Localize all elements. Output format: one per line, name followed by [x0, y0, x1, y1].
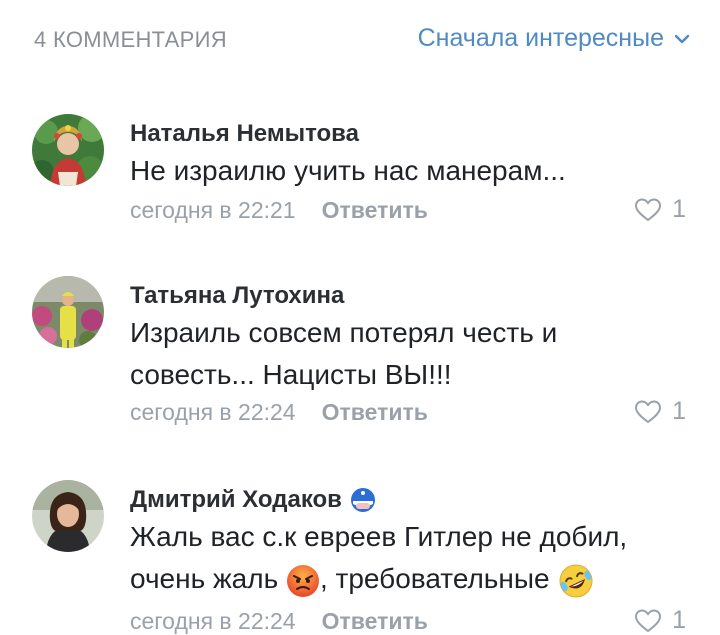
heart-icon — [635, 197, 662, 221]
author-name[interactable]: Дмитрий Ходаков — [130, 486, 342, 514]
angry-face-icon — [286, 564, 319, 597]
comment-time: сегодня в 22:21 — [130, 197, 296, 223]
avatar[interactable] — [32, 114, 104, 186]
comments-header: 4 КОММЕНТАРИЯ Сначала интересные — [0, 0, 720, 80]
comment-item: Наталья Немытова Не израилю учить нас ма… — [0, 110, 720, 240]
reply-button[interactable]: Ответить — [322, 399, 428, 426]
comment-author[interactable]: Дмитрий Ходаков — [130, 486, 376, 514]
like-count: 1 — [672, 397, 686, 425]
comment-item: Дмитрий Ходаков Жаль вас с.к евреев Гитл… — [0, 476, 720, 634]
sort-label: Сначала интересные — [417, 24, 664, 52]
comment-time: сегодня в 22:24 — [130, 608, 296, 634]
author-name[interactable]: Наталья Немытова — [130, 120, 359, 148]
comments-count: 4 КОММЕНТАРИЯ — [34, 27, 227, 52]
like-button[interactable]: 1 — [634, 397, 686, 426]
like-button[interactable]: 1 — [634, 606, 686, 635]
comment-meta: сегодня в 22:24 Ответить — [130, 399, 428, 426]
comment-time: сегодня в 22:24 — [130, 399, 296, 425]
comment-meta: сегодня в 22:24 Ответить — [130, 608, 428, 635]
sort-dropdown[interactable]: Сначала интересные — [418, 24, 690, 53]
reply-button[interactable]: Ответить — [322, 608, 428, 635]
heart-icon — [635, 608, 662, 632]
like-button[interactable]: 1 — [634, 195, 686, 224]
like-count: 1 — [672, 195, 686, 223]
author-name[interactable]: Татьяна Лутохина — [130, 282, 344, 310]
rofl-face-icon — [559, 564, 593, 598]
heart-icon — [635, 399, 662, 423]
comment-author[interactable]: Наталья Немытова — [130, 120, 359, 148]
chevron-down-icon — [674, 34, 690, 43]
like-count: 1 — [672, 606, 686, 634]
comment-text: Жаль вас с.к евреев Гитлер не добил, оче… — [130, 516, 670, 600]
comment-text: Не израилю учить нас манерам... — [130, 155, 566, 186]
comment-text: Израиль совсем потерял честь и совесть..… — [130, 317, 558, 390]
comment-item: Татьяна Лутохина Израиль совсем потерял … — [0, 272, 720, 442]
avatar[interactable] — [32, 480, 104, 552]
author-badge-icon — [350, 488, 375, 512]
avatar[interactable] — [32, 276, 104, 348]
comment-meta: сегодня в 22:21 Ответить — [130, 197, 428, 224]
reply-button[interactable]: Ответить — [322, 197, 428, 224]
comment-text-part: , требовательные — [319, 563, 550, 594]
comment-author[interactable]: Татьяна Лутохина — [130, 282, 344, 310]
